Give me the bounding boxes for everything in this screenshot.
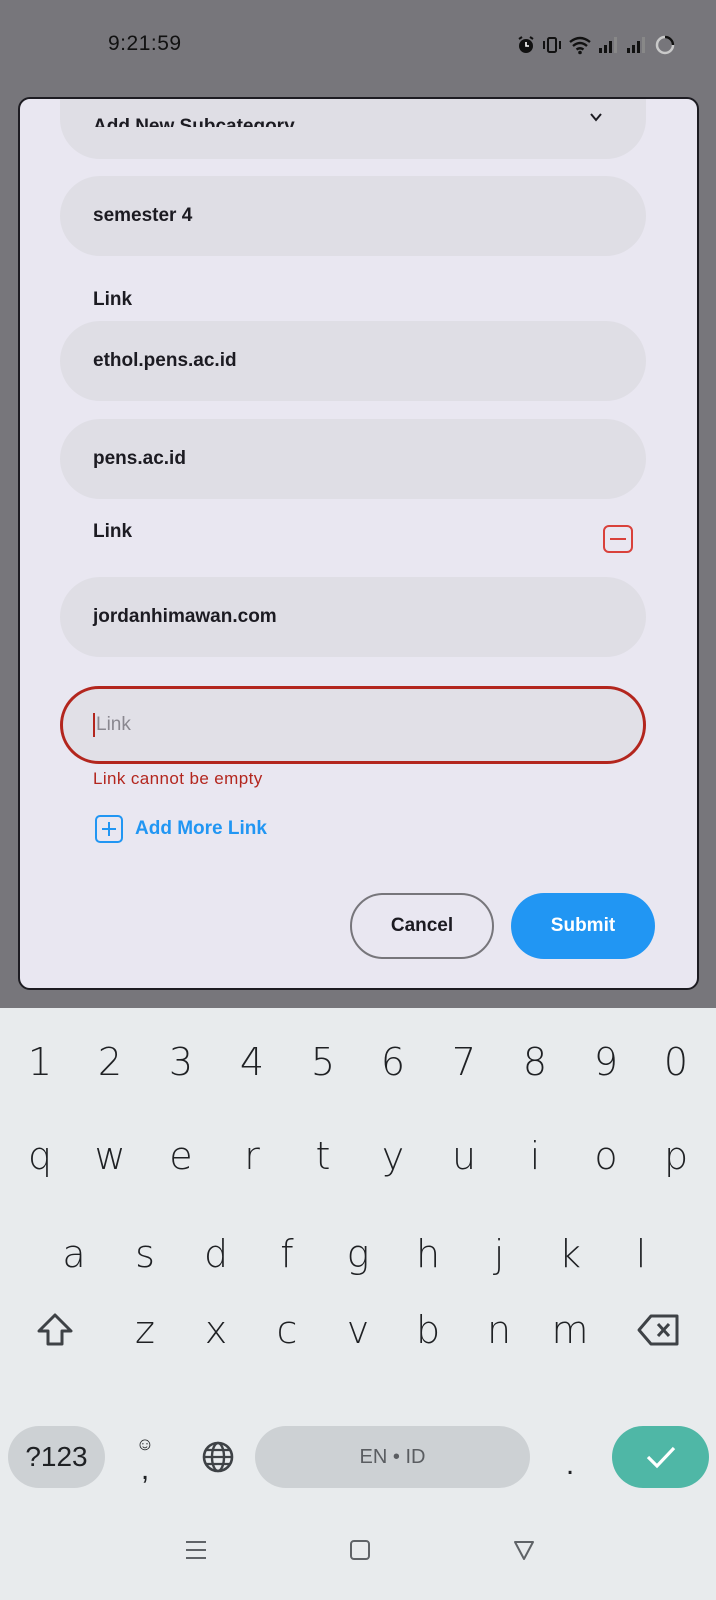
key-y[interactable]: y (358, 1116, 428, 1196)
language-key[interactable] (193, 1426, 243, 1488)
add-link-dialog: Add New Subcategory semester 4 Link etho… (18, 97, 699, 990)
signal-icon (599, 37, 617, 53)
link-section-label: Link (93, 289, 133, 310)
link-field-value: pens.ac.id (93, 448, 186, 469)
key-q[interactable]: q (5, 1116, 75, 1196)
backspace-icon (637, 1314, 679, 1346)
key-x[interactable]: x (181, 1290, 251, 1370)
subcategory-name-field[interactable]: semester 4 (60, 176, 646, 256)
back-button[interactable] (504, 1530, 544, 1570)
menu-icon (186, 1541, 206, 1559)
signal-icon (627, 37, 645, 53)
checkmark-icon (646, 1446, 675, 1469)
key-7[interactable]: 7 (429, 1022, 499, 1102)
key-f[interactable]: f (252, 1214, 322, 1294)
alarm-icon (518, 36, 534, 53)
chevron-down-icon (590, 113, 602, 122)
key-i[interactable]: i (500, 1116, 570, 1196)
link-field[interactable]: pens.ac.id (60, 419, 646, 499)
key-c[interactable]: c (252, 1290, 322, 1370)
key-u[interactable]: u (429, 1116, 499, 1196)
wifi-icon (569, 36, 591, 55)
enter-key[interactable] (612, 1426, 709, 1488)
link-field-value: ethol.pens.ac.id (93, 350, 237, 371)
recents-button[interactable] (176, 1530, 216, 1570)
key-2[interactable]: 2 (75, 1022, 145, 1102)
link-field[interactable]: ethol.pens.ac.id (60, 321, 646, 401)
key-v[interactable]: v (323, 1290, 393, 1370)
key-p[interactable]: p (641, 1116, 711, 1196)
key-t[interactable]: t (288, 1116, 358, 1196)
cancel-button[interactable]: Cancel (350, 893, 494, 959)
link-error-message: Link cannot be empty (93, 769, 263, 788)
space-key[interactable]: EN • ID (255, 1426, 530, 1488)
home-button[interactable] (340, 1530, 380, 1570)
backspace-key[interactable] (624, 1290, 694, 1370)
key-e[interactable]: e (146, 1116, 216, 1196)
back-icon (514, 1541, 534, 1560)
submit-button[interactable]: Submit (511, 893, 655, 959)
letter-row-1: q w e r t y u i o p (0, 1116, 716, 1196)
key-0[interactable]: 0 (641, 1022, 711, 1102)
subcategory-dropdown-label: Add New Subcategory (93, 117, 295, 127)
plus-icon (95, 815, 123, 843)
key-s[interactable]: s (110, 1214, 180, 1294)
status-icons (516, 34, 676, 56)
key-9[interactable]: 9 (571, 1022, 641, 1102)
key-4[interactable]: 4 (217, 1022, 287, 1102)
loading-icon (655, 35, 675, 55)
key-n[interactable]: n (464, 1290, 534, 1370)
home-icon (350, 1540, 370, 1560)
key-a[interactable]: a (39, 1214, 109, 1294)
key-m[interactable]: m (535, 1290, 605, 1370)
key-b[interactable]: b (393, 1290, 463, 1370)
key-z[interactable]: z (110, 1290, 180, 1370)
link-field[interactable]: jordanhimawan.com (60, 577, 646, 657)
key-h[interactable]: h (393, 1214, 463, 1294)
key-8[interactable]: 8 (500, 1022, 570, 1102)
key-j[interactable]: j (464, 1214, 534, 1294)
system-nav-bar (0, 1512, 716, 1600)
key-g[interactable]: g (323, 1214, 393, 1294)
key-1[interactable]: 1 (5, 1022, 75, 1102)
key-d[interactable]: d (181, 1214, 251, 1294)
vibrate-icon (543, 37, 561, 53)
text-cursor (93, 713, 95, 737)
link-field-value: jordanhimawan.com (93, 606, 277, 627)
comma-label: , (140, 1453, 150, 1486)
status-time: 9:21:59 (108, 32, 182, 55)
add-more-link-button[interactable]: Add More Link (95, 815, 267, 843)
emoji-comma-key[interactable]: ☺ , (120, 1422, 170, 1492)
key-5[interactable]: 5 (288, 1022, 358, 1102)
key-r[interactable]: r (217, 1116, 287, 1196)
letter-row-2: a s d f g h j k l (0, 1214, 716, 1294)
key-w[interactable]: w (75, 1116, 145, 1196)
link-section-label: Link (93, 521, 133, 542)
symbols-key[interactable]: ?123 (8, 1426, 105, 1488)
subcategory-name-value: semester 4 (93, 205, 193, 226)
subcategory-dropdown[interactable]: Add New Subcategory (60, 99, 646, 159)
number-row: 1 2 3 4 5 6 7 8 9 0 (0, 1022, 716, 1102)
link-field-placeholder: Link (96, 714, 131, 735)
status-bar: 9:21:59 (0, 0, 716, 92)
minus-icon (610, 538, 626, 540)
key-l[interactable]: l (606, 1214, 676, 1294)
key-6[interactable]: 6 (358, 1022, 428, 1102)
key-o[interactable]: o (571, 1116, 641, 1196)
globe-icon (202, 1441, 234, 1473)
letter-row-3: z x c v b n m (0, 1290, 716, 1370)
remove-link-section-button[interactable] (603, 525, 633, 553)
key-k[interactable]: k (535, 1214, 605, 1294)
add-more-link-label: Add More Link (135, 818, 267, 839)
link-field-empty[interactable]: Link (60, 686, 646, 764)
key-3[interactable]: 3 (146, 1022, 216, 1102)
period-key[interactable]: . (545, 1422, 595, 1492)
